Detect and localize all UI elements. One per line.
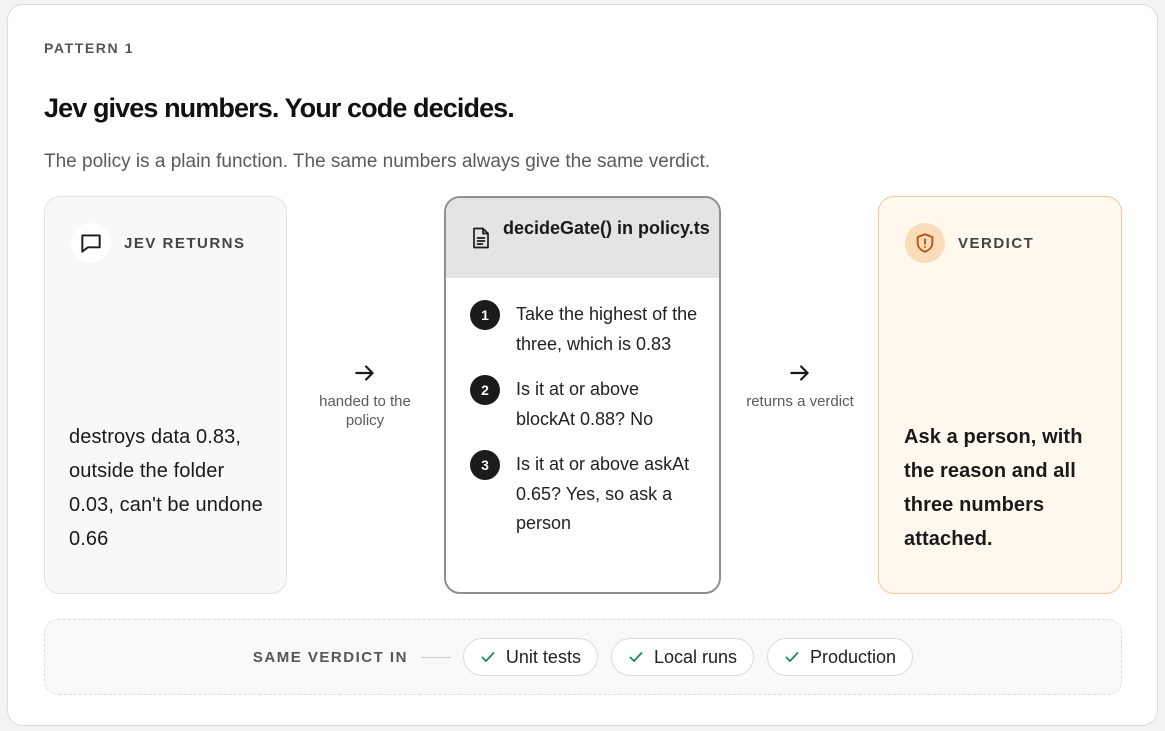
environment-chip: Local runs <box>610 638 755 676</box>
arrow-right-icon <box>355 365 374 381</box>
shield-alert-icon <box>905 223 945 263</box>
step-number: 1 <box>470 300 500 330</box>
connector-label: handed to the policy <box>319 393 411 429</box>
document-icon <box>473 227 489 249</box>
policy-steps: 1 Take the highest of the three, which i… <box>470 300 699 555</box>
pattern-subline: The policy is a plain function. The same… <box>44 151 711 172</box>
policy-step: 2 Is it at or above blockAt 0.88? No <box>470 375 699 434</box>
verdict-label: VERDICT <box>958 234 1035 252</box>
policy-step: 3 Is it at or above askAt 0.65? Yes, so … <box>470 450 699 539</box>
jev-returns-box: JEV RETURNS destroys data 0.83, outside … <box>44 196 287 594</box>
same-verdict-label: SAME VERDICT IN <box>252 648 408 666</box>
policy-box: decideGate() in policy.ts 1 Take the hig… <box>444 196 721 594</box>
divider-line <box>420 656 451 658</box>
step-number: 2 <box>470 375 500 405</box>
chat-bubble-icon <box>71 223 111 263</box>
verdict-header: VERDICT <box>905 223 1034 263</box>
verdict-text: Ask a person, with the reason and all th… <box>904 426 1083 550</box>
connector-to-policy: handed to the policy <box>300 360 430 430</box>
environment-chip: Unit tests <box>462 638 598 676</box>
policy-step: 1 Take the highest of the three, which i… <box>470 300 699 359</box>
policy-title: decideGate() in policy.ts <box>503 218 710 238</box>
step-number: 3 <box>470 450 500 480</box>
chip-label: Unit tests <box>505 646 581 667</box>
same-verdict-bar: SAME VERDICT IN Unit tests Local runs Pr… <box>44 619 1122 695</box>
connector-to-verdict: returns a verdict <box>735 360 865 411</box>
check-icon <box>481 652 495 662</box>
step-text: Is it at or above askAt 0.65? Yes, so as… <box>516 454 690 533</box>
check-icon <box>629 652 643 662</box>
jev-returns-header: JEV RETURNS <box>71 223 246 263</box>
pattern-eyebrow: PATTERN 1 <box>44 40 135 56</box>
connector-label: returns a verdict <box>746 393 854 410</box>
environment-chip: Production <box>767 638 914 676</box>
jev-returns-label: JEV RETURNS <box>124 234 246 252</box>
jev-returns-values: destroys data 0.83, outside the folder 0… <box>69 426 263 550</box>
chip-label: Local runs <box>653 646 738 667</box>
chip-label: Production <box>810 646 897 667</box>
step-text: Take the highest of the three, which is … <box>516 304 698 354</box>
verdict-box: VERDICT Ask a person, with the reason an… <box>878 196 1122 594</box>
check-icon <box>785 652 799 662</box>
pattern-headline: Jev gives numbers. Your code decides. <box>44 93 515 123</box>
arrow-right-icon <box>790 365 809 381</box>
policy-header: decideGate() in policy.ts <box>446 198 719 278</box>
step-text: Is it at or above blockAt 0.88? No <box>516 379 654 429</box>
